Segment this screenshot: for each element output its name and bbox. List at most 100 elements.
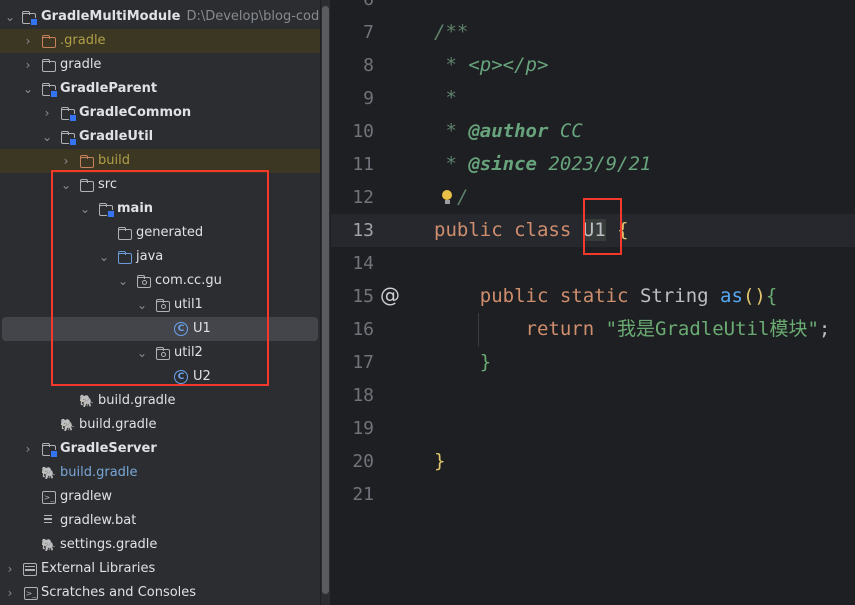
code-line-17[interactable]: } <box>434 346 491 379</box>
gradle-icon: 🐘 <box>60 418 75 432</box>
comment-text: / <box>457 186 469 208</box>
scrollbar-thumb[interactable] <box>322 6 329 594</box>
tree-scrollbar[interactable] <box>321 0 330 605</box>
code-line-12[interactable]: / <box>457 181 468 214</box>
chevron-down-icon[interactable]: ⌄ <box>135 341 149 365</box>
tree-item-label: util1 <box>174 297 203 312</box>
tree-item-com-cc-gu[interactable]: ⌄ com.cc.gu <box>0 269 320 293</box>
line-number[interactable]: 14 <box>331 247 374 280</box>
chevron-right-icon[interactable]: › <box>40 101 54 125</box>
line-number[interactable]: 20 <box>331 445 374 478</box>
tree-item-gradleserver[interactable]: › GradleServer <box>0 437 320 461</box>
line-number[interactable]: 6 <box>331 0 374 16</box>
brace: { <box>765 285 778 307</box>
tree-item-label: com.cc.gu <box>155 273 222 288</box>
tree-item-util2[interactable]: ⌄ util2 <box>0 341 320 365</box>
tree-item-u2[interactable]: C U2 <box>0 365 320 389</box>
tree-item-u1[interactable]: C U1 <box>2 317 318 341</box>
tree-item-settings-gradle[interactable]: 🐘 settings.gradle <box>0 533 320 557</box>
scratches-icon: >_ <box>24 587 38 600</box>
code-line-11[interactable]: * @since 2023/9/21 <box>434 148 651 181</box>
tree-item-label: GradleMultiModule <box>41 9 181 24</box>
code-line-10[interactable]: * @author CC <box>434 115 583 148</box>
chevron-right-icon[interactable]: › <box>59 149 73 173</box>
brace: } <box>434 450 446 472</box>
tree-item-util1[interactable]: ⌄ util1 <box>0 293 320 317</box>
line-number[interactable]: 12 <box>331 181 374 214</box>
code-line-7[interactable]: /** <box>434 16 468 49</box>
chevron-right-icon[interactable]: › <box>3 581 17 605</box>
tree-item-build-gradle[interactable]: 🐘 build.gradle <box>0 389 320 413</box>
tree-item-scratches-and-consoles[interactable]: › >_ Scratches and Consoles <box>0 581 320 605</box>
tree-item-gradleparent[interactable]: ⌄ GradleParent <box>0 77 320 101</box>
comment-text: * <box>434 153 469 175</box>
line-number[interactable]: 11 <box>331 148 374 181</box>
line-number[interactable]: 7 <box>331 16 374 49</box>
line-number[interactable]: 17 <box>331 346 374 379</box>
chevron-down-icon[interactable]: ⌄ <box>59 173 73 197</box>
line-number[interactable]: 18 <box>331 379 374 412</box>
code-editor[interactable]: 6 7 8 9 10 11 12 13 14 15 16 17 18 19 20… <box>331 0 855 605</box>
keyword-class: class <box>514 219 572 241</box>
code-line-15[interactable]: public static String as(){ <box>434 280 778 313</box>
string-literal: "我是GradleUtil模块" <box>605 318 819 340</box>
module-folder-icon <box>60 105 77 122</box>
tree-item-src[interactable]: ⌄ src <box>0 173 320 197</box>
gradle-icon: 🐘 <box>41 538 56 552</box>
folder-icon <box>79 177 95 193</box>
chevron-right-icon[interactable]: › <box>3 557 17 581</box>
doc-tag-since: @since <box>468 153 537 175</box>
line-number-current[interactable]: 13 <box>331 214 374 247</box>
chevron-right-icon[interactable]: › <box>21 53 35 77</box>
tree-item-build[interactable]: › build <box>0 149 320 173</box>
tree-item-gradlecommon[interactable]: › GradleCommon <box>0 101 320 125</box>
tree-item-build-gradle[interactable]: 🐘 build.gradle <box>0 413 320 437</box>
override-gutter-icon[interactable]: @ <box>379 284 401 306</box>
tree-item-label: java <box>136 249 164 264</box>
tree-item-label: U2 <box>193 369 211 384</box>
tree-item-gradleutil[interactable]: ⌄ GradleUtil <box>0 125 320 149</box>
method-name: as <box>720 285 743 307</box>
tree-item-generated[interactable]: generated <box>0 221 320 245</box>
class-icon: C <box>174 322 188 336</box>
package-icon <box>155 297 171 313</box>
doc-tag-value: CC <box>548 120 583 142</box>
line-number[interactable]: 8 <box>331 49 374 82</box>
chevron-down-icon[interactable]: ⌄ <box>40 125 54 149</box>
code-line-16[interactable]: return "我是GradleUtil模块"; <box>434 313 831 346</box>
tree-item-gradlew[interactable]: >_ gradlew <box>0 485 320 509</box>
line-number[interactable]: 15 <box>331 280 374 313</box>
project-path: D:\Develop\blog-code\Spr <box>186 9 320 24</box>
chevron-down-icon[interactable]: ⌄ <box>78 197 92 221</box>
code-line-20[interactable]: } <box>434 445 445 478</box>
code-line-9[interactable]: * <box>434 82 457 115</box>
chevron-right-icon[interactable]: › <box>21 29 35 53</box>
line-number[interactable]: 9 <box>331 82 374 115</box>
line-number[interactable]: 21 <box>331 478 374 511</box>
comment-text: * <box>434 87 457 109</box>
tree-item-main[interactable]: ⌄ main <box>0 197 320 221</box>
module-folder-icon <box>60 129 77 146</box>
chevron-down-icon[interactable]: ⌄ <box>21 77 35 101</box>
semicolon: ; <box>818 318 831 340</box>
chevron-down-icon[interactable]: ⌄ <box>3 5 17 29</box>
tree-item-java[interactable]: ⌄ java <box>0 245 320 269</box>
line-number[interactable]: 16 <box>331 313 374 346</box>
line-number[interactable]: 10 <box>331 115 374 148</box>
tree-item-build-gradle[interactable]: 🐘 build.gradle <box>0 461 320 485</box>
tree-item-dot-gradle[interactable]: › .gradle <box>0 29 320 53</box>
line-number[interactable]: 19 <box>331 412 374 445</box>
tree-item-gradle[interactable]: › gradle <box>0 53 320 77</box>
chevron-down-icon[interactable]: ⌄ <box>97 245 111 269</box>
chevron-down-icon[interactable]: ⌄ <box>116 269 130 293</box>
lightbulb-icon[interactable] <box>441 189 455 205</box>
tree-item-external-libraries[interactable]: › External Libraries <box>0 557 320 581</box>
chevron-right-icon[interactable]: › <box>21 437 35 461</box>
class-icon: C <box>174 370 188 384</box>
chevron-down-icon[interactable]: ⌄ <box>135 293 149 317</box>
tree-item-gradlemultimodule[interactable]: ⌄ GradleMultiModule D:\Develop\blog-code\… <box>0 5 320 29</box>
tree-item-label: util2 <box>174 345 203 360</box>
tree-item-gradlew-bat[interactable]: gradlew.bat <box>0 509 320 533</box>
code-line-8[interactable]: * <p></p> <box>434 49 548 82</box>
doc-html-tag: <p></p> <box>468 54 549 76</box>
